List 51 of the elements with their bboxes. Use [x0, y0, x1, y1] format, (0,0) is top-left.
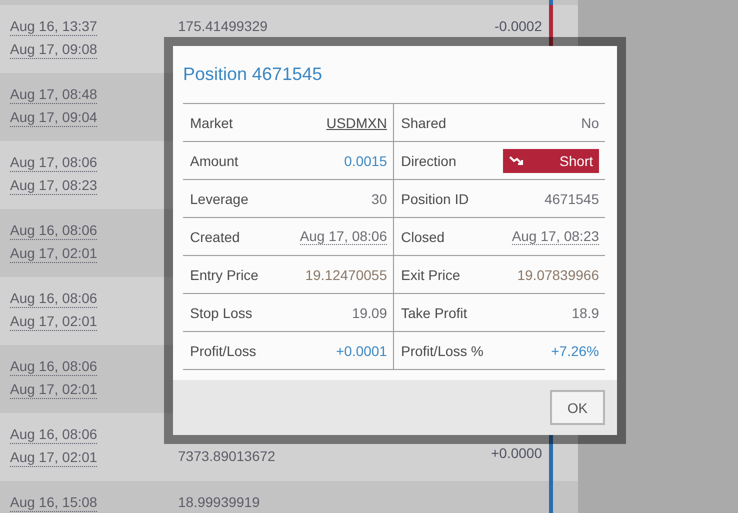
- field-label: Profit/Loss %: [401, 342, 484, 358]
- price-text: 18.99939919: [178, 493, 261, 511]
- date-text: Aug 17, 02:01: [10, 448, 98, 467]
- market-link[interactable]: USDMXN: [326, 114, 387, 130]
- field-label: Created: [190, 228, 240, 244]
- date-text: Aug 16, 08:06: [10, 221, 98, 240]
- field-label: Closed: [401, 228, 445, 244]
- field-label: Direction: [401, 152, 456, 168]
- change-text: +0.0000: [491, 445, 542, 461]
- date-text: Aug 16, 08:06: [10, 425, 98, 444]
- date-text: Aug 16, 08:06: [10, 289, 98, 308]
- date-text: Aug 17, 08:23: [10, 176, 98, 195]
- field-value: 4671545: [544, 190, 599, 206]
- price-text: 7373.89013672: [178, 447, 276, 465]
- date-text: Aug 17, 02:01: [10, 380, 98, 399]
- field-value: 0.0015: [344, 152, 387, 168]
- field-label: Profit/Loss: [190, 342, 256, 358]
- field-value: 18.9: [572, 304, 599, 320]
- field-label: Market: [190, 114, 233, 130]
- date-text: Aug 17, 09:08: [10, 40, 98, 59]
- date-text: Aug 16, 15:08: [10, 493, 98, 512]
- ok-button[interactable]: OK: [550, 390, 605, 425]
- date-text: Aug 16, 08:06: [10, 357, 98, 376]
- field-label: Take Profit: [401, 304, 468, 320]
- field-label: Position ID: [401, 190, 469, 206]
- field-value: +7.26%: [551, 342, 599, 358]
- date-text: Aug 17, 08:06: [10, 153, 98, 172]
- field-value: +0.0001: [336, 342, 387, 358]
- field-label: Amount: [190, 152, 238, 168]
- field-label: Entry Price: [190, 266, 258, 282]
- field-label: Exit Price: [401, 266, 460, 282]
- list-row[interactable]: Aug 16, 15:08 18.99939919: [0, 481, 578, 513]
- date-text: Aug 17, 02:01: [10, 244, 98, 263]
- field-label: Shared: [401, 114, 446, 130]
- field-value: No: [581, 114, 599, 130]
- field-label: Leverage: [190, 190, 248, 206]
- trend-down-icon: [509, 154, 525, 166]
- field-value: Aug 17, 08:06: [300, 228, 387, 245]
- field-value: 19.12470055: [305, 266, 387, 282]
- field-value: 19.07839966: [517, 266, 599, 282]
- field-value: 30: [371, 190, 387, 206]
- field-label: Stop Loss: [190, 304, 252, 320]
- change-text: -0.0002: [494, 18, 542, 34]
- date-text: Aug 17, 09:04: [10, 108, 98, 127]
- direction-badge: Short: [503, 148, 599, 172]
- price-text: 175.41499329: [178, 17, 269, 35]
- date-text: Aug 16, 13:37: [10, 17, 98, 36]
- date-text: Aug 17, 02:01: [10, 312, 98, 331]
- date-text: Aug 17, 08:48: [10, 85, 98, 104]
- field-value: Aug 17, 08:23: [512, 228, 599, 245]
- field-value: 19.09: [352, 304, 387, 320]
